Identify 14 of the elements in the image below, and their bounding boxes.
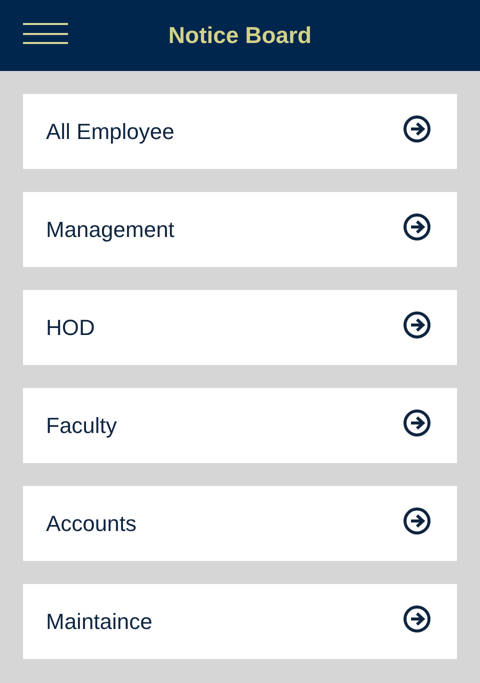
- notice-category-item[interactable]: HOD: [23, 290, 457, 365]
- notice-category-item[interactable]: Faculty: [23, 388, 457, 463]
- notice-category-item[interactable]: Maintaince: [23, 584, 457, 659]
- arrow-circle-icon: [403, 506, 431, 534]
- arrow-circle-icon: [403, 408, 431, 436]
- notice-category-item[interactable]: Management: [23, 192, 457, 267]
- header-title: Notice Board: [168, 22, 312, 48]
- arrow-circle-icon: [403, 604, 431, 632]
- notice-category-item[interactable]: All Employee: [23, 94, 457, 169]
- arrow-circle-icon: [403, 114, 431, 142]
- menu-icon[interactable]: [23, 23, 68, 44]
- arrow-circle-icon: [403, 212, 431, 240]
- notice-category-item[interactable]: Accounts: [23, 486, 457, 561]
- arrow-circle-icon: [403, 310, 431, 338]
